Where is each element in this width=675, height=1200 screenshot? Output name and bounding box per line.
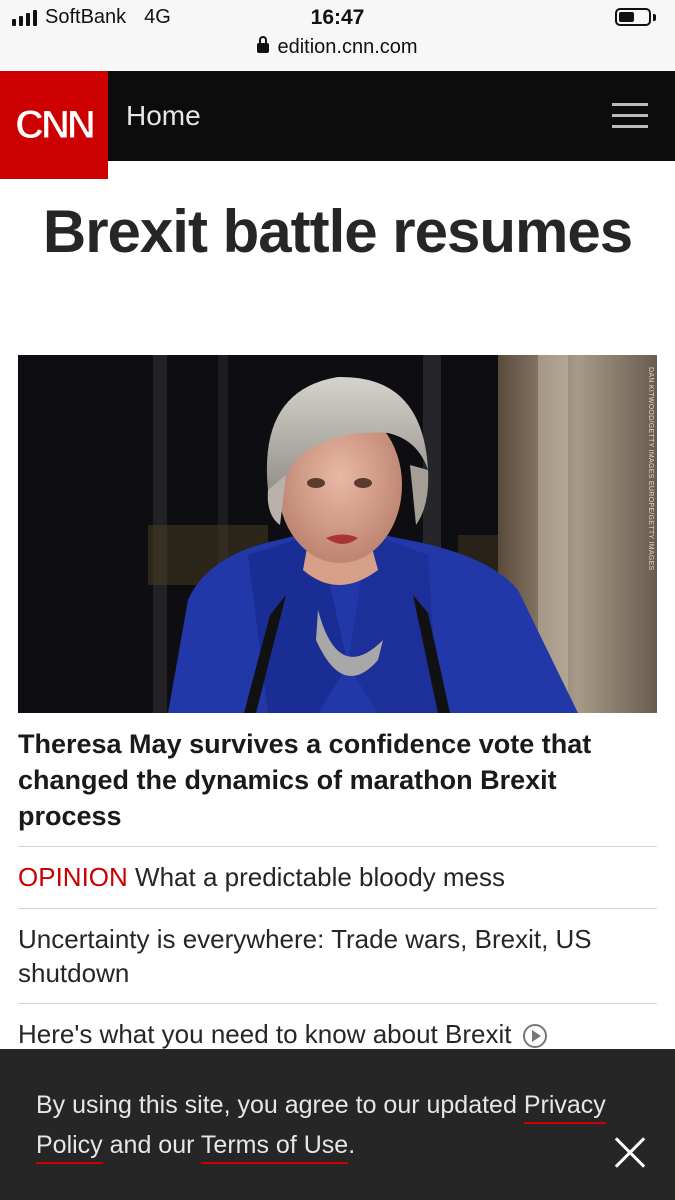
status-bar: SoftBank 4G 16:47 edition.cnn.com	[0, 0, 675, 70]
section-title[interactable]: Home	[126, 100, 201, 132]
hamburger-menu-icon[interactable]	[612, 103, 648, 129]
clock: 16:47	[310, 6, 365, 29]
photo-illustration	[18, 355, 657, 713]
related-link[interactable]: OPINION What a predictable bloody mess	[18, 846, 657, 908]
page-headline[interactable]: Brexit battle resumes	[40, 196, 635, 268]
consent-text: By using this site, you agree to our upd…	[36, 1085, 636, 1165]
related-link[interactable]: Uncertainty is everywhere: Trade wars, B…	[18, 908, 657, 1004]
related-link-text: Uncertainty is everywhere: Trade wars, B…	[18, 924, 592, 988]
consent-banner: By using this site, you agree to our upd…	[0, 1049, 675, 1200]
terms-of-use-link[interactable]: Terms of Use	[200, 1131, 349, 1164]
photo-credit: DAN KITWOOD/GETTY IMAGES EUROPE/GETTY IM…	[647, 367, 654, 571]
url-text: edition.cnn.com	[277, 36, 418, 58]
battery-icon	[615, 8, 659, 28]
lock-icon	[257, 36, 270, 53]
lead-photo[interactable]: DAN KITWOOD/GETTY IMAGES EUROPE/GETTY IM…	[18, 355, 657, 713]
cnn-logo[interactable]: CNN	[0, 71, 108, 179]
close-icon[interactable]	[613, 1136, 647, 1170]
opinion-tag: OPINION	[18, 862, 128, 892]
address-bar[interactable]: edition.cnn.com	[0, 36, 675, 59]
related-link-text: Here's what you need to know about Brexi…	[18, 1019, 512, 1049]
related-link-text: What a predictable bloody mess	[135, 862, 505, 892]
play-video-icon	[522, 1024, 547, 1049]
story-title-link[interactable]: Theresa May survives a confidence vote t…	[18, 726, 663, 834]
